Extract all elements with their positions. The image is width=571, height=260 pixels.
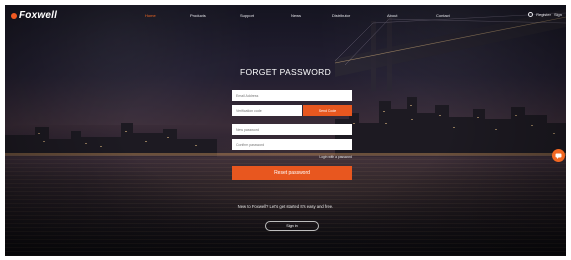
login-with-password-link[interactable]: Login with a password xyxy=(232,155,352,159)
verification-code-field[interactable] xyxy=(232,105,302,116)
nav-item-news[interactable]: News xyxy=(291,13,301,18)
chat-icon xyxy=(555,153,562,159)
send-code-button[interactable]: Send Code xyxy=(303,105,352,116)
nav-item-home[interactable]: Home xyxy=(145,13,156,18)
search-icon[interactable] xyxy=(528,12,534,17)
page-title: FORGET PASSWORD xyxy=(239,67,332,77)
confirm-password-field[interactable] xyxy=(232,139,352,150)
reset-password-button[interactable]: Reset password xyxy=(232,166,352,180)
nav-item-contact[interactable]: Contact xyxy=(436,13,450,18)
email-field[interactable] xyxy=(232,90,352,101)
signin-link[interactable]: Sign xyxy=(554,12,562,17)
signup-prompt: New to Foxwell? Let's get started It's e… xyxy=(237,204,334,209)
nav-item-support[interactable]: Support xyxy=(240,13,254,18)
main-nav: Home Products Support News Distributor A… xyxy=(5,13,566,21)
nav-item-about[interactable]: About xyxy=(387,13,397,18)
new-password-field[interactable] xyxy=(232,124,352,135)
nav-item-distributor[interactable]: Distributor xyxy=(332,13,350,18)
site-header: Foxwell Home Products Support News Distr… xyxy=(5,5,566,27)
hero-background: Foxwell Home Products Support News Distr… xyxy=(5,5,566,256)
register-link[interactable]: Register xyxy=(536,12,551,17)
sign-in-button[interactable]: Sign in xyxy=(265,221,319,231)
header-actions: Register Sign xyxy=(528,12,562,17)
chat-button[interactable] xyxy=(552,149,565,162)
nav-item-products[interactable]: Products xyxy=(190,13,206,18)
